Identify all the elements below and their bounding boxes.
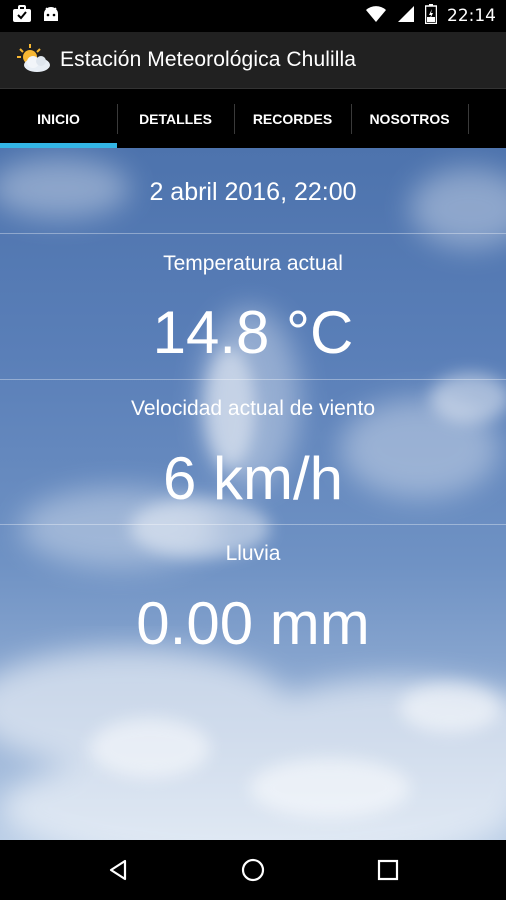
divider [0, 379, 506, 380]
temperature-label: Temperatura actual [163, 252, 343, 275]
signal-icon [397, 5, 415, 28]
briefcase-check-icon [12, 4, 32, 28]
rain-value: 0.00 mm [136, 590, 370, 657]
tab-recordes[interactable]: RECORDES [234, 90, 351, 148]
tab-label: RECORDES [252, 111, 333, 127]
wind-speed-label: Velocidad actual de viento [130, 397, 375, 420]
status-left-icons [12, 4, 60, 28]
tab-inicio[interactable]: INICIO [0, 90, 117, 148]
observation-datetime: 2 abril 2016, 22:00 [149, 178, 357, 206]
status-time: 22:14 [447, 6, 496, 26]
sun-cloud-icon [16, 43, 52, 78]
android-icon [42, 5, 60, 28]
status-right-icons: 22:14 [365, 3, 496, 29]
app-title: Estación Meteorológica Chulilla [60, 48, 357, 71]
temperature-value: 14.8 °C [152, 299, 354, 366]
tab-bar: INICIO DETALLES RECORDES NOSOTROS [0, 90, 506, 148]
rain-label: Lluvia [225, 542, 281, 565]
divider [0, 524, 506, 525]
tab-nosotros[interactable]: NOSOTROS [351, 90, 468, 148]
tab-label: INICIO [37, 111, 80, 127]
tab-bar-spacer [468, 90, 506, 148]
weather-panel: 2 abril 2016, 22:00 Temperatura actual 1… [0, 148, 506, 840]
tab-label: DETALLES [139, 111, 212, 127]
tab-detalles[interactable]: DETALLES [117, 90, 234, 148]
back-icon[interactable] [98, 850, 138, 890]
home-icon[interactable] [233, 850, 273, 890]
wifi-icon [365, 5, 387, 28]
wind-speed-value: 6 km/h [162, 445, 344, 512]
navigation-bar [0, 840, 506, 900]
battery-charging-icon [424, 3, 438, 29]
divider [0, 233, 506, 234]
app-bar: Estación Meteorológica Chulilla [0, 32, 506, 89]
tab-label: NOSOTROS [369, 111, 450, 127]
recents-icon[interactable] [368, 850, 408, 890]
status-bar: 22:14 [0, 0, 506, 32]
